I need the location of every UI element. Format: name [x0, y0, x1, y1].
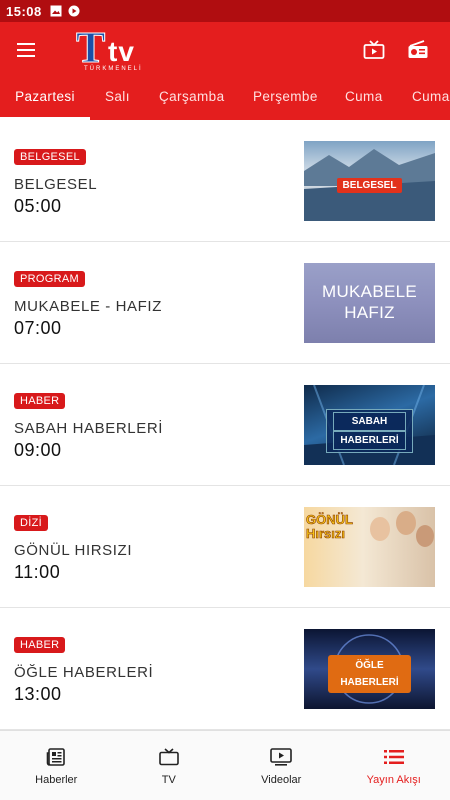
video-play-icon — [270, 746, 293, 768]
logo-tv: tv — [108, 36, 135, 67]
category-badge: PROGRAM — [14, 271, 85, 287]
logo-letter: T — [75, 23, 106, 72]
tab-sali[interactable]: Salı — [105, 78, 130, 120]
status-time: 15:08 — [6, 3, 42, 19]
thumbnail-caption-line1: GÖNÜL — [306, 512, 354, 527]
image-icon — [50, 5, 62, 17]
program-time: 13:00 — [14, 684, 62, 704]
tv-icon — [158, 746, 180, 768]
program-title: MUKABELE - HAFIZ — [14, 298, 162, 315]
thumbnail-caption-line2: HABERLERİ — [334, 674, 405, 691]
thumbnail-caption-line1: ÖĞLE — [334, 657, 405, 674]
thumbnail-caption-line2: HABERLERİ — [333, 431, 406, 450]
program-thumbnail[interactable]: SABAH HABERLERİ — [304, 385, 435, 465]
app-bar: T tv TÜRKMENELİ — [0, 22, 450, 78]
person-image — [416, 525, 434, 547]
thumbnail-caption-line2: Hırsızı — [306, 526, 346, 541]
live-tv-icon — [363, 40, 385, 59]
category-badge: DİZİ — [14, 515, 48, 531]
list-item[interactable]: BELGESEL BELGESEL 05:00 BELGESEL — [0, 120, 450, 242]
nav-label: Yayın Akışı — [366, 773, 421, 786]
nav-tv[interactable]: TV — [113, 731, 226, 800]
live-tv-button[interactable] — [352, 28, 396, 72]
app-bar-actions — [352, 22, 440, 78]
nav-label: Videolar — [261, 773, 302, 786]
nav-haberler[interactable]: Haberler — [0, 731, 113, 800]
program-thumbnail[interactable]: BELGESEL — [304, 141, 435, 221]
thumbnail-caption-line1: SABAH — [333, 412, 406, 431]
tab-cumartesi[interactable]: Cumar — [412, 78, 450, 120]
nav-videolar[interactable]: Videolar — [225, 731, 338, 800]
tab-carsamba[interactable]: Çarşamba — [159, 78, 224, 120]
program-list: BELGESEL BELGESEL 05:00 BELGESEL PROGRAM… — [0, 120, 450, 730]
nav-yayin-akisi[interactable]: Yayın Akışı — [338, 731, 450, 800]
list-item[interactable]: PROGRAM MUKABELE - HAFIZ 07:00 MUKABELE … — [0, 242, 450, 364]
program-time: 05:00 — [14, 196, 62, 216]
newspaper-icon — [45, 746, 67, 768]
tab-persembe[interactable]: Perşembe — [253, 78, 318, 120]
thumbnail-caption: BELGESEL — [336, 178, 403, 193]
program-thumbnail[interactable]: ÖĞLE HABERLERİ — [304, 629, 435, 709]
thumbnail-caption-line1: MUKABELE — [322, 282, 417, 301]
program-title: BELGESEL — [14, 176, 98, 193]
list-item[interactable]: HABER ÖĞLE HABERLERİ 13:00 ÖĞLE HABERLERİ — [0, 608, 450, 730]
person-image — [396, 511, 416, 535]
program-title: SABAH HABERLERİ — [14, 420, 164, 437]
program-time: 11:00 — [14, 562, 61, 582]
program-thumbnail[interactable]: GÖNÜL Hırsızı — [304, 507, 435, 587]
status-bar: 15:08 — [0, 0, 450, 22]
tab-pazartesi[interactable]: Pazartesi — [0, 78, 90, 120]
play-notification-icon — [68, 5, 80, 17]
list-item[interactable]: DİZİ GÖNÜL HIRSIZI 11:00 GÖNÜL Hırsızı — [0, 486, 450, 608]
category-badge: HABER — [14, 393, 66, 409]
menu-button[interactable] — [0, 22, 52, 78]
person-image — [370, 517, 390, 541]
program-thumbnail[interactable]: MUKABELE HAFIZ — [304, 263, 435, 343]
category-badge: BELGESEL — [14, 149, 86, 165]
list-icon — [383, 746, 405, 768]
program-time: 07:00 — [14, 318, 62, 338]
nav-label: TV — [161, 773, 176, 786]
category-badge: HABER — [14, 637, 66, 653]
radio-icon — [408, 40, 428, 58]
bottom-navigation: Haberler TV Videolar Yayın Akışı — [0, 730, 450, 800]
thumbnail-caption-line2: HAFIZ — [344, 303, 395, 322]
logo-subtitle: TÜRKMENELİ — [84, 66, 143, 72]
day-tabs: Pazartesi Salı Çarşamba Perşembe Cuma Cu… — [0, 78, 450, 120]
tab-cuma[interactable]: Cuma — [345, 78, 383, 120]
program-time: 09:00 — [14, 440, 62, 460]
hamburger-menu-icon — [17, 43, 35, 57]
list-item[interactable]: HABER SABAH HABERLERİ 09:00 SABAH HABERLE… — [0, 364, 450, 486]
radio-button[interactable] — [396, 28, 440, 72]
nav-label: Haberler — [35, 773, 78, 786]
program-title: ÖĞLE HABERLERİ — [14, 664, 154, 681]
app-logo[interactable]: T tv TÜRKMENELİ — [70, 24, 160, 76]
program-title: GÖNÜL HIRSIZI — [14, 542, 133, 559]
